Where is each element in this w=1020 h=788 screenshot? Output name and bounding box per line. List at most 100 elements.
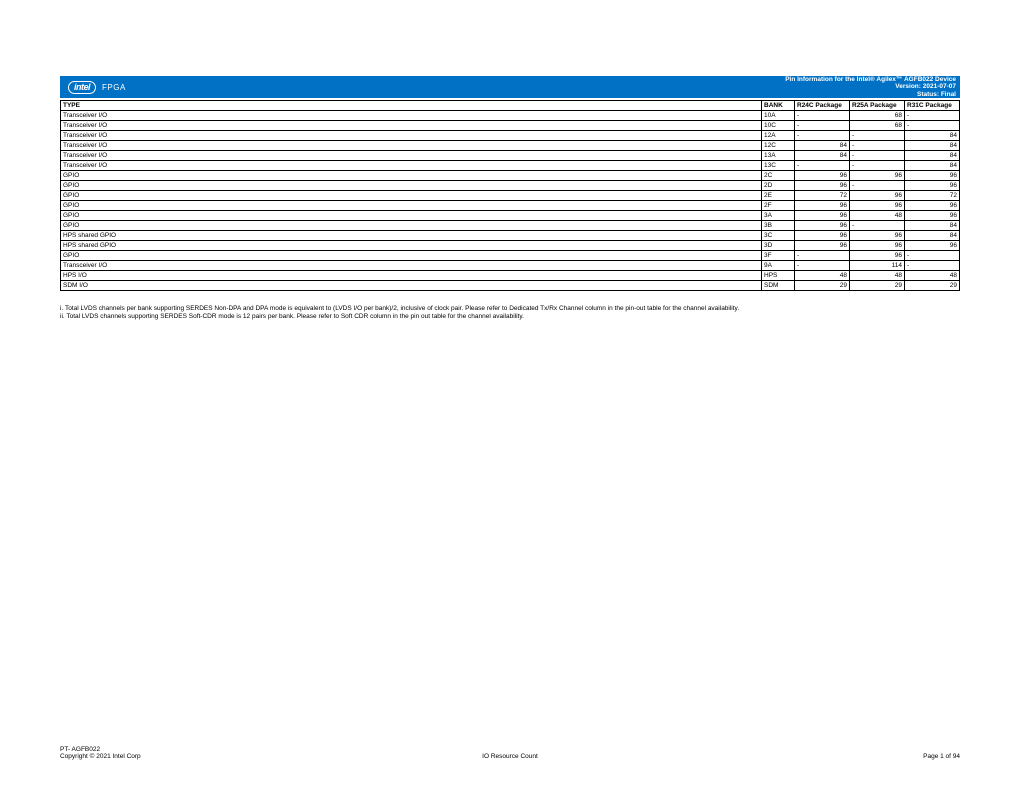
table-cell: 29 [850,281,905,291]
table-cell: GPIO [61,171,762,181]
table-cell: Transceiver I/O [61,131,762,141]
footer-copyright: Copyright © 2021 Intel Corp [60,753,141,760]
table-cell: 48 [905,271,960,281]
footer-center: IO Resource Count [482,753,538,760]
table-cell: - [905,111,960,121]
table-cell: - [850,131,905,141]
table-cell: 96 [850,241,905,251]
table-cell: Transceiver I/O [61,151,762,161]
table-cell: 72 [795,191,850,201]
logo-area: intel FPGA [68,81,126,94]
table-cell: 2D [762,181,795,191]
table-cell: 29 [795,281,850,291]
table-cell: 96 [905,211,960,221]
table-cell: SDM [762,281,795,291]
table-cell: 114 [850,261,905,271]
footnote-1: i. Total LVDS channels per bank supporti… [60,305,960,313]
table-cell: 96 [795,211,850,221]
table-row: Transceiver I/O13A84-84 [61,151,960,161]
table-cell: GPIO [61,221,762,231]
table-cell: 3B [762,221,795,231]
table-cell: Transceiver I/O [61,141,762,151]
table-cell: 84 [905,161,960,171]
table-cell: 84 [905,151,960,161]
table-cell: 96 [905,181,960,191]
table-cell: 96 [795,171,850,181]
table-cell: HPS shared GPIO [61,241,762,251]
table-cell: 48 [850,271,905,281]
table-cell: 12A [762,131,795,141]
col-header-bank: BANK [762,101,795,111]
footer-page: Page 1 of 94 [923,753,960,760]
page-footer: PT- AGFB022 Copyright © 2021 Intel Corp … [60,746,960,760]
table-cell: 96 [905,201,960,211]
table-cell: 84 [795,141,850,151]
footer-pt: PT- AGFB022 [60,746,141,753]
header-version: Version: 2021-07-07 [785,83,956,90]
col-header-r25a: R25A Package [850,101,905,111]
table-row: GPIO2F969696 [61,201,960,211]
table-cell: 13A [762,151,795,161]
table-cell: 84 [905,231,960,241]
table-cell: 96 [795,201,850,211]
table-cell: - [795,111,850,121]
table-cell: - [795,261,850,271]
table-cell: SDM I/O [61,281,762,291]
table-cell: - [905,251,960,261]
table-cell: 84 [795,151,850,161]
table-cell: 96 [850,191,905,201]
table-row: Transceiver I/O10A-68- [61,111,960,121]
table-cell: 10C [762,121,795,131]
header-bar: intel FPGA Pin Information for the Intel… [60,76,960,98]
table-cell: 68 [850,111,905,121]
table-cell: 13C [762,161,795,171]
table-cell: - [795,121,850,131]
table-cell: 3F [762,251,795,261]
table-cell: - [850,161,905,171]
table-cell: 96 [795,231,850,241]
table-row: Transceiver I/O10C-68- [61,121,960,131]
table-cell: GPIO [61,201,762,211]
table-cell: 10A [762,111,795,121]
table-cell: GPIO [61,191,762,201]
table-row: Transceiver I/O12C84-84 [61,141,960,151]
footnotes: i. Total LVDS channels per bank supporti… [60,305,960,322]
table-cell: 84 [905,221,960,231]
table-cell: 96 [795,241,850,251]
header-status: Status: Final [785,91,956,98]
table-row: GPIO2C969696 [61,171,960,181]
table-row: GPIO2D96-96 [61,181,960,191]
table-cell: 9A [762,261,795,271]
table-row: Transceiver I/O12A--84 [61,131,960,141]
table-cell: HPS I/O [61,271,762,281]
table-cell: - [795,131,850,141]
table-cell: - [850,181,905,191]
table-cell: - [795,251,850,261]
table-row: Transceiver I/O13C--84 [61,161,960,171]
table-cell: Transceiver I/O [61,121,762,131]
table-cell: HPS [762,271,795,281]
table-cell: HPS shared GPIO [61,231,762,241]
table-row: GPIO3B96-84 [61,221,960,231]
table-cell: 48 [795,271,850,281]
header-title: Pin Information for the Intel® Agilex™ A… [785,76,956,83]
table-cell: 3A [762,211,795,221]
fpga-text: FPGA [102,83,126,92]
io-resource-table: TYPE BANK R24C Package R25A Package R31C… [60,100,960,291]
table-cell: GPIO [61,181,762,191]
col-header-type: TYPE [61,101,762,111]
table-row: HPS shared GPIO3D969696 [61,241,960,251]
footer-left: PT- AGFB022 Copyright © 2021 Intel Corp [60,746,141,760]
table-cell: 96 [850,201,905,211]
table-cell: 96 [850,171,905,181]
table-cell: - [850,221,905,231]
table-cell: 2F [762,201,795,211]
table-row: GPIO2E729672 [61,191,960,201]
table-cell: Transceiver I/O [61,161,762,171]
table-header-row: TYPE BANK R24C Package R25A Package R31C… [61,101,960,111]
table-cell: - [905,261,960,271]
table-cell: 96 [905,241,960,251]
table-cell: 96 [795,181,850,191]
table-cell: GPIO [61,251,762,261]
table-row: GPIO3F-96- [61,251,960,261]
